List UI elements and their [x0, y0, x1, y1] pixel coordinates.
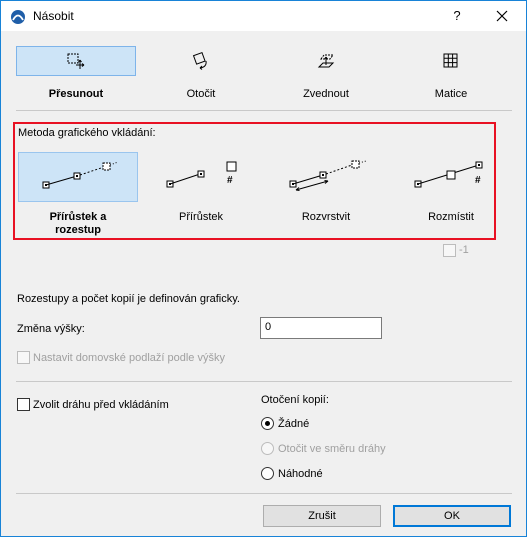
- home-story-checkbox[interactable]: [17, 351, 30, 364]
- distribute-icon: [289, 160, 367, 191]
- method-increment[interactable]: #: [141, 152, 261, 202]
- rotation-none-radio[interactable]: [261, 417, 274, 430]
- method-spread-label: Rozmístit: [428, 211, 474, 223]
- method-distribute[interactable]: [266, 152, 386, 202]
- tool-matrix-label: Matice: [434, 88, 468, 100]
- svg-text:#: #: [227, 175, 233, 186]
- home-story-label: Nastavit domovské podlaží podle výšky: [33, 352, 225, 364]
- close-icon[interactable]: [492, 6, 512, 26]
- path-checkbox[interactable]: [17, 398, 30, 411]
- minus-one-label: -1: [459, 244, 469, 256]
- tool-move-label: Přesunout: [48, 88, 104, 100]
- rotation-random-radio[interactable]: [261, 467, 274, 480]
- spread-icon: #: [414, 161, 483, 188]
- divider: [16, 381, 512, 382]
- cancel-button[interactable]: Zrušit: [263, 505, 381, 527]
- rotation-heading: Otočení kopií:: [261, 394, 329, 406]
- rotation-random-label: Náhodné: [278, 468, 323, 480]
- rotate-icon: [192, 51, 207, 70]
- method-increment-label: Přírůstek: [178, 211, 223, 223]
- divider: [16, 110, 512, 111]
- svg-text:#: #: [475, 175, 481, 186]
- method-increment-and-spacing[interactable]: [18, 152, 138, 202]
- tool-elevate[interactable]: [266, 46, 386, 76]
- method-heading: Metoda grafického vkládání:: [18, 127, 156, 139]
- elevation-label: Změna výšky:: [17, 323, 85, 335]
- minus-one-checkbox[interactable]: [443, 244, 456, 257]
- rotation-along-path-label: Otočit ve směru dráhy: [278, 443, 386, 455]
- matrix-icon: [443, 53, 458, 68]
- method-spread[interactable]: #: [391, 152, 511, 202]
- info-text: Rozestupy a počet kopií je definován gra…: [17, 293, 240, 305]
- divider: [16, 493, 512, 494]
- increment-icon: #: [166, 161, 237, 188]
- rotation-along-path-radio[interactable]: [261, 442, 274, 455]
- window-title: Násobit: [33, 9, 74, 23]
- tool-move[interactable]: [16, 46, 136, 76]
- archicad-app-icon: [11, 10, 25, 24]
- help-button[interactable]: ?: [447, 6, 467, 26]
- increment-spacing-icon: [42, 161, 119, 189]
- elevation-input[interactable]: 0: [260, 317, 382, 339]
- dialog-window: Násobit ? Přesunout Otočit Zvednout Mati…: [0, 0, 527, 537]
- move-icon: [67, 53, 85, 69]
- title-bar: Násobit ?: [1, 1, 526, 31]
- elevate-icon: [317, 54, 335, 68]
- tool-rotate-label: Otočit: [186, 88, 216, 100]
- tool-matrix[interactable]: [391, 46, 511, 76]
- path-label: Zvolit dráhu před vkládáním: [33, 399, 169, 411]
- method-increment-and-spacing-label-2: rozestup: [55, 224, 101, 236]
- rotation-none-label: Žádné: [278, 418, 310, 430]
- method-increment-and-spacing-label-1: Přírůstek a: [49, 211, 107, 223]
- ok-button[interactable]: OK: [393, 505, 511, 527]
- tool-elevate-label: Zvednout: [303, 88, 349, 100]
- tool-rotate[interactable]: [141, 46, 261, 76]
- method-distribute-label: Rozvrstvit: [301, 211, 351, 223]
